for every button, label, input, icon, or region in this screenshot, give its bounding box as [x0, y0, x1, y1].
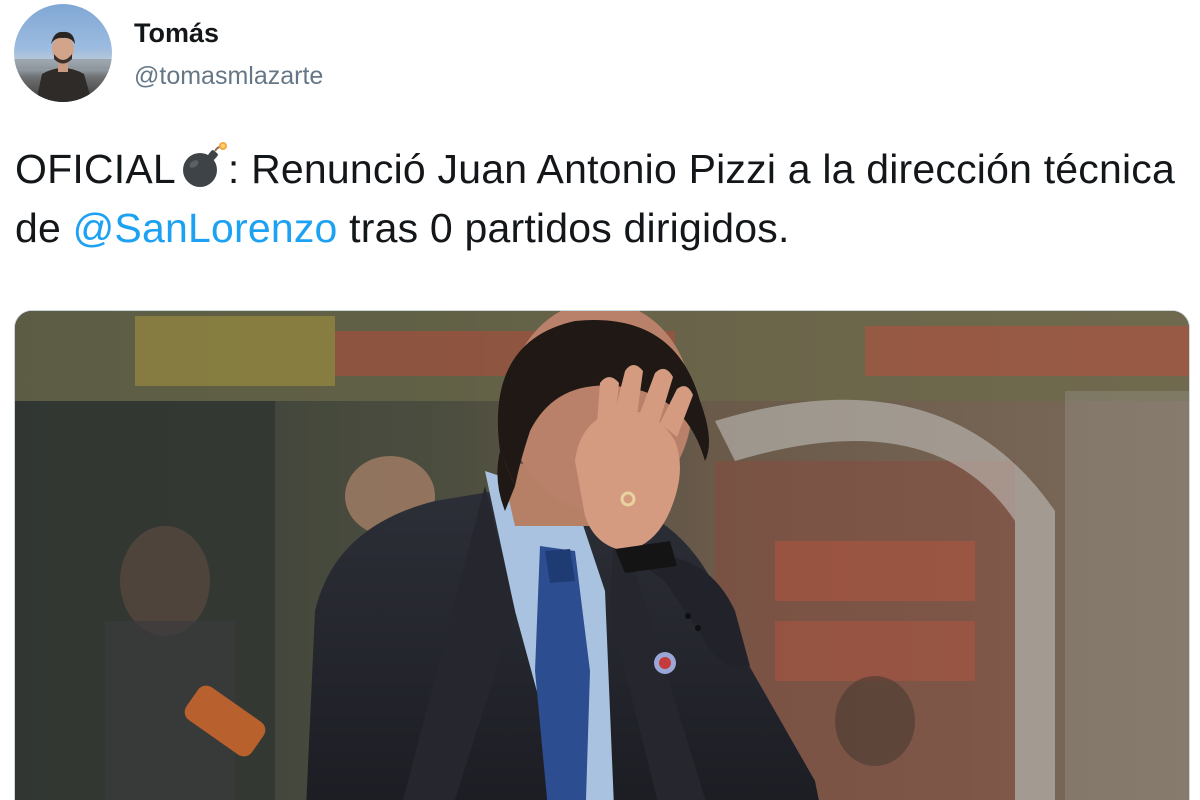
tweet-text-start: OFICIAL [15, 146, 176, 192]
author-names: Tomás @tomasmlazarte [134, 15, 323, 91]
tweet-text: OFICIAL: Renunció Juan Antonio Pizzi a l… [15, 140, 1190, 258]
author-display-name[interactable]: Tomás [134, 17, 323, 49]
profile-photo-icon [14, 31, 112, 102]
avatar[interactable] [14, 4, 112, 102]
bomb-emoji-icon [178, 141, 228, 191]
photo-coach-facepalm-icon [15, 311, 1189, 800]
author-handle[interactable]: @tomasmlazarte [134, 61, 323, 91]
tweet-text-end: tras 0 partidos dirigidos. [337, 205, 790, 251]
tweet-header: Tomás @tomasmlazarte [14, 4, 323, 102]
tweet-card: Tomás @tomasmlazarte OFICIAL: Renunció J… [0, 0, 1200, 800]
tweet-media-photo[interactable] [14, 310, 1190, 800]
mention-link[interactable]: @SanLorenzo [73, 205, 338, 251]
